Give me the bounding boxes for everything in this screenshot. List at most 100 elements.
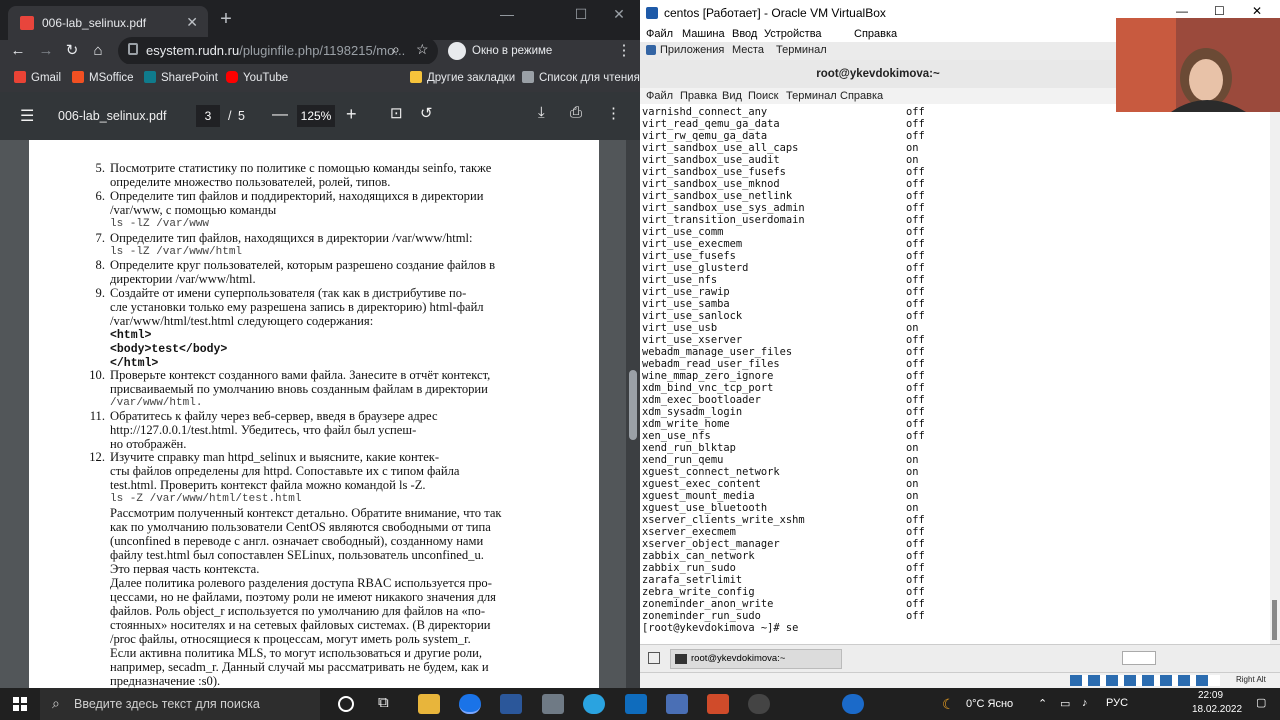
rotate-icon[interactable]: ↺ [420, 104, 433, 122]
terminal-prompt[interactable]: [root@ykevdokimova ~]# se [642, 622, 798, 634]
page-number-input[interactable]: 3 [196, 105, 220, 127]
vbox-maximize-icon[interactable]: ☐ [1214, 4, 1225, 18]
boolean-value: off [906, 190, 925, 202]
boolean-value: off [906, 538, 925, 550]
app-icon-red[interactable] [707, 694, 729, 714]
fit-page-icon[interactable]: ⊡ [390, 104, 403, 122]
zoom-in-icon[interactable]: + [346, 104, 357, 125]
terminal-line: virt_use_comm [642, 226, 724, 238]
gnome-terminal[interactable]: Терминал [776, 44, 827, 56]
address-bar[interactable]: esystem.rudn.ru/pluginfile.php/1198215/m… [118, 37, 438, 65]
telegram-icon[interactable] [583, 694, 605, 714]
reload-icon[interactable]: ↻ [58, 40, 86, 64]
virtualbox-taskbar-icon[interactable] [666, 694, 688, 714]
boolean-value: on [906, 502, 919, 514]
start-icon[interactable] [13, 697, 27, 711]
steam-icon[interactable] [748, 694, 770, 714]
vbox-menu-file[interactable]: Файл [646, 28, 673, 40]
workspace-switcher[interactable] [1122, 651, 1156, 665]
close-tab-icon[interactable]: ✕ [186, 14, 198, 31]
notifications-icon[interactable]: ▢ [1256, 696, 1266, 709]
chrome-menu-icon[interactable]: ⋮ [610, 40, 638, 64]
clock-date[interactable]: 18.02.2022 [1192, 704, 1242, 715]
boolean-value: off [906, 226, 925, 238]
zoom-lens-icon[interactable]: ⌕ [392, 41, 400, 58]
bookmark-msoffice[interactable]: MSoffice [72, 71, 134, 84]
show-desktop-icon[interactable] [648, 652, 660, 664]
vbox-menu-devices[interactable]: Устройства [764, 28, 822, 40]
other-bookmarks[interactable]: Другие закладки [410, 71, 515, 84]
network-icon[interactable]: ▭ [1060, 697, 1070, 710]
terminal-line: xdm_bind_vnc_tcp_port [642, 382, 774, 394]
weather-text[interactable]: 0°C Ясно [966, 698, 1013, 710]
cortana-icon[interactable] [338, 696, 354, 712]
word-icon[interactable] [500, 694, 522, 714]
terminal-line: virt_use_sanlock [642, 310, 743, 322]
file-explorer-icon[interactable] [418, 694, 440, 714]
minimize-icon[interactable]: — [492, 6, 522, 22]
terminal-output[interactable]: varnishd_connect_any off virt_read_qemu_ga… [640, 104, 1270, 644]
forward-icon[interactable]: → [32, 40, 60, 64]
boolean-value: off [906, 562, 925, 574]
virtualbox-icon [646, 7, 658, 19]
gnome-applications[interactable]: Приложения [660, 44, 724, 56]
terminal-line: xdm_sysadm_login [642, 406, 743, 418]
term-menu-view[interactable]: Вид [722, 90, 742, 102]
gnome-places[interactable]: Места [732, 44, 764, 56]
snipping-icon[interactable] [542, 694, 564, 714]
bookmark-star-icon[interactable]: ☆ [416, 41, 429, 58]
pdf-menu-icon[interactable]: ☰ [20, 106, 34, 126]
chrome-icon[interactable] [459, 694, 481, 714]
taskbar-search[interactable]: ⌕ Введите здесь текст для поиска [40, 688, 320, 720]
bookmark-sharepoint[interactable]: SharePoint [144, 71, 218, 84]
guest-task-terminal[interactable]: root@ykevdokimova:~ [670, 649, 842, 669]
terminal-line: virt_use_fusefs [642, 250, 736, 262]
term-menu-search[interactable]: Поиск [748, 90, 778, 102]
scroll-thumb[interactable] [1272, 600, 1277, 640]
reading-list[interactable]: Список для чтения [522, 71, 640, 84]
home-icon[interactable]: ⌂ [84, 40, 112, 64]
bookmark-gmail[interactable]: Gmail [14, 71, 61, 84]
terminal-line: xserver_object_manager [642, 538, 780, 550]
boolean-value: on [906, 454, 919, 466]
vbox-menu-input[interactable]: Ввод [732, 28, 757, 40]
pdf-more-icon[interactable]: ⋮ [606, 104, 621, 122]
download-icon[interactable]: ⤓ [538, 104, 545, 121]
vbox-minimize-icon[interactable]: — [1176, 4, 1188, 18]
term-menu-edit[interactable]: Правка [680, 90, 717, 102]
term-menu-file[interactable]: Файл [646, 90, 673, 102]
language-indicator[interactable]: РУС [1106, 697, 1128, 709]
terminal-line: xserver_execmem [642, 526, 736, 538]
terminal-scrollbar[interactable] [1270, 104, 1280, 644]
host-key-label: Right Alt [1236, 675, 1266, 684]
tray-chevron-icon[interactable]: ⌃ [1038, 697, 1047, 710]
term-menu-help[interactable]: Справка [840, 90, 883, 102]
zoom-out-icon[interactable]: — [272, 106, 288, 124]
scroll-thumb[interactable] [629, 370, 637, 440]
term-menu-terminal[interactable]: Терминал [786, 90, 837, 102]
zoom-input[interactable]: 125% [297, 105, 335, 127]
incognito-indicator[interactable]: Окно в режиме инкогнито [448, 40, 608, 79]
help-icon[interactable] [842, 694, 864, 714]
new-tab-icon[interactable]: + [216, 9, 236, 30]
boolean-value: off [906, 250, 925, 262]
vbox-menu-machine[interactable]: Машина [682, 28, 725, 40]
clock-time[interactable]: 22:09 [1198, 690, 1223, 701]
back-icon[interactable]: ← [4, 40, 32, 64]
boolean-value: off [906, 358, 925, 370]
vbox-close-icon[interactable]: ✕ [1252, 4, 1262, 18]
task-view-icon[interactable]: ⧉ [378, 694, 389, 711]
volume-icon[interactable]: ♪ [1082, 697, 1088, 709]
close-window-icon[interactable]: ✕ [604, 6, 634, 22]
vbox-menu-help[interactable]: Справка [854, 28, 897, 40]
pdf-viewport[interactable]: 5. Посмотрите статистику по политике с п… [0, 140, 640, 688]
boolean-value: off [906, 238, 925, 250]
print-icon[interactable]: ⎙ [570, 104, 582, 121]
mail-icon[interactable] [625, 694, 647, 714]
device-status-icons[interactable] [1070, 675, 1220, 686]
pdf-scrollbar[interactable] [626, 140, 640, 688]
page-separator: / [228, 109, 232, 123]
maximize-icon[interactable]: ☐ [566, 6, 596, 22]
bookmark-youtube[interactable]: YouTube [226, 71, 288, 84]
tab-pdf[interactable]: 006-lab_selinux.pdf ✕ [8, 6, 208, 40]
